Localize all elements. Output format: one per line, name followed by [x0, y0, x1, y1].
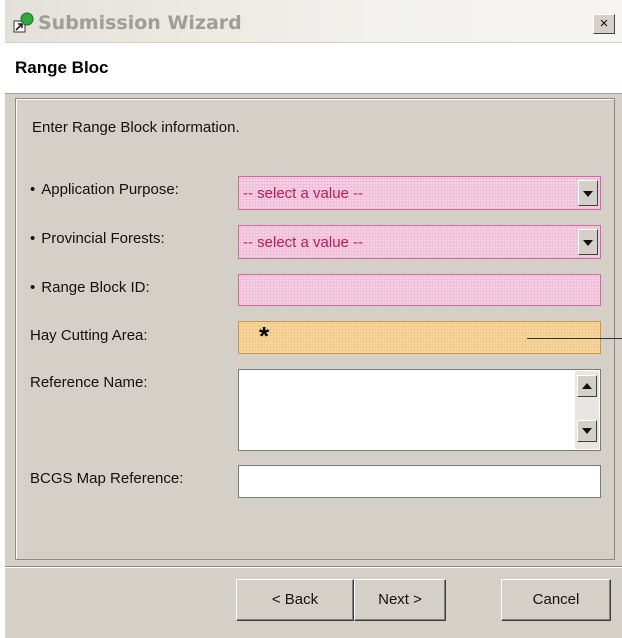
wizard-header: Range Bloc: [5, 43, 622, 94]
wizard-app-icon: [13, 12, 34, 33]
application-purpose-select[interactable]: -- select a value --: [238, 176, 601, 210]
provincial-forests-label: Provincial Forests:: [30, 230, 164, 247]
reference-name-scrollbar[interactable]: [575, 371, 599, 449]
hay-cutting-area-value: *: [259, 321, 270, 351]
hay-cutting-area-label: Hay Cutting Area:: [30, 327, 148, 344]
close-button[interactable]: ×: [593, 14, 615, 34]
instructions-text: Enter Range Block information.: [32, 119, 240, 136]
cancel-button[interactable]: Cancel: [501, 579, 611, 621]
window-title: Submission Wizard: [38, 12, 242, 34]
chevron-down-icon[interactable]: [578, 180, 598, 206]
button-bar-divider: [5, 566, 622, 568]
back-button[interactable]: < Back: [236, 579, 354, 621]
scroll-up-arrow-icon[interactable]: [577, 375, 597, 397]
bcgs-map-reference-input[interactable]: [238, 465, 601, 498]
provincial-forests-value: -- select a value --: [243, 234, 364, 251]
bcgs-map-reference-label: BCGS Map Reference:: [30, 470, 184, 487]
application-purpose-value: -- select a value --: [243, 185, 364, 202]
range-block-id-label: Range Block ID:: [30, 279, 149, 296]
range-block-id-input[interactable]: [238, 274, 601, 306]
reference-name-label: Reference Name:: [30, 374, 148, 391]
annotation-pointer-line: [527, 338, 622, 339]
page-title: Range Bloc: [15, 58, 109, 77]
submission-wizard-window: Submission Wizard × Range Bloc Enter Ran…: [5, 0, 622, 638]
scroll-down-arrow-icon[interactable]: [577, 420, 597, 442]
application-purpose-label: Application Purpose:: [30, 181, 179, 198]
title-bar: Submission Wizard ×: [5, 0, 622, 42]
next-button[interactable]: Next >: [354, 579, 446, 621]
reference-name-textarea[interactable]: [238, 369, 601, 451]
chevron-down-icon[interactable]: [578, 229, 598, 255]
provincial-forests-select[interactable]: -- select a value --: [238, 225, 601, 259]
